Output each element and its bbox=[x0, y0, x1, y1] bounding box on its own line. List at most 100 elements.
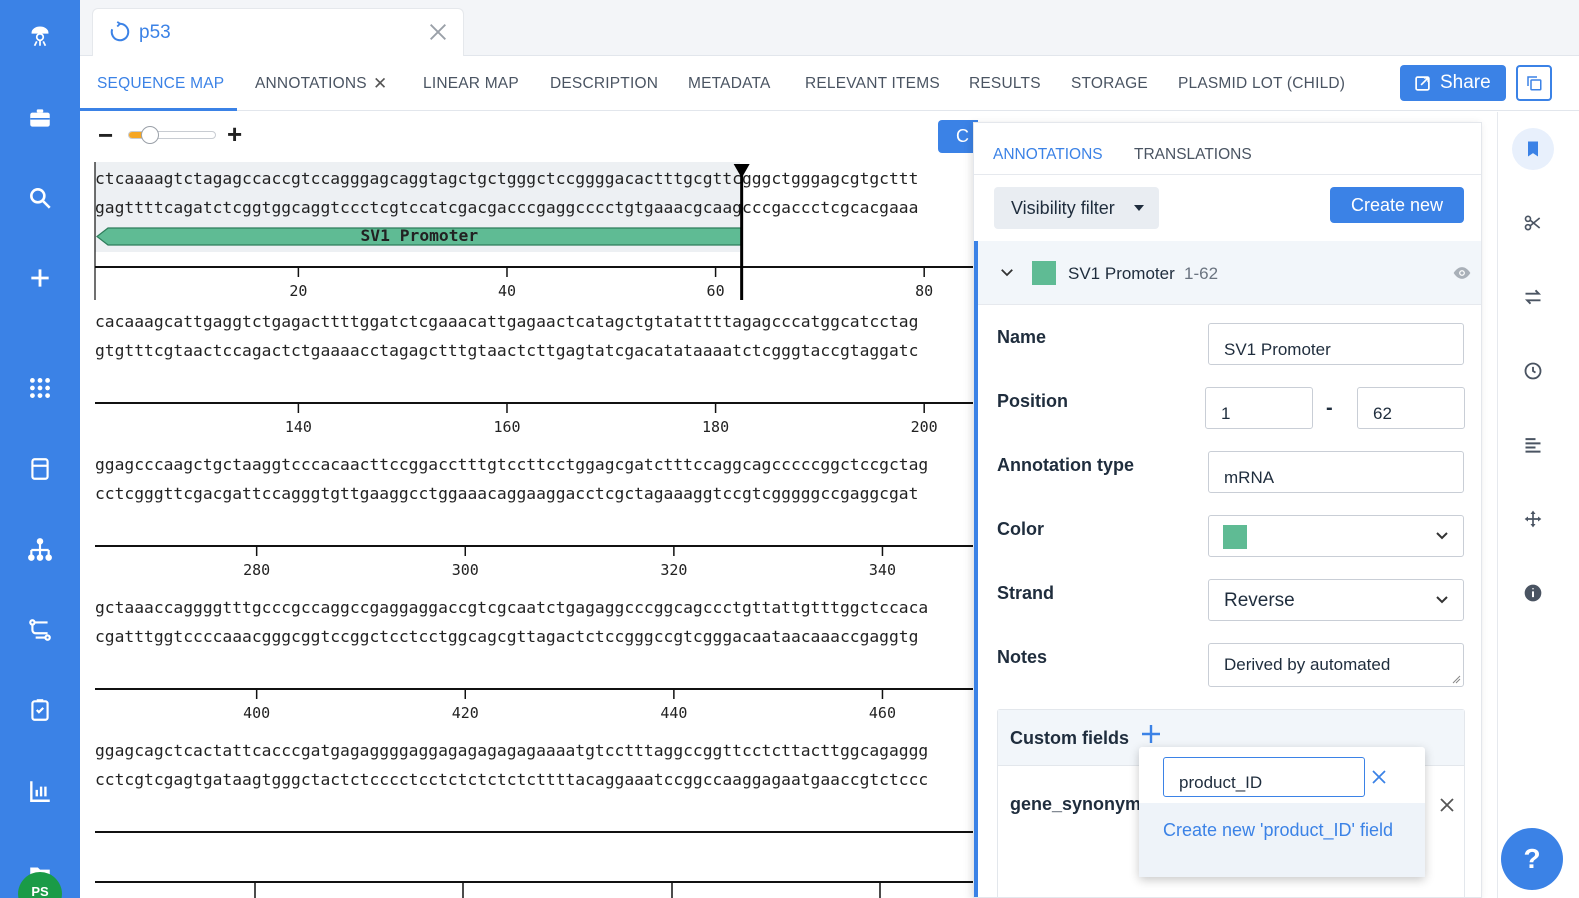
swap-icon[interactable] bbox=[1518, 282, 1548, 312]
chevron-down-icon[interactable] bbox=[998, 263, 1016, 281]
history-icon[interactable] bbox=[1518, 356, 1548, 386]
plus-icon[interactable] bbox=[24, 262, 56, 294]
briefcase-icon[interactable] bbox=[24, 102, 56, 134]
external-link-icon bbox=[1415, 75, 1430, 91]
sequence-bottom-strand: cctcgtcgagtgataagtgggctactctcccctcctctct… bbox=[95, 770, 928, 789]
resize-grip-icon[interactable] bbox=[1452, 675, 1461, 684]
custom-fields-title: Custom fields bbox=[1010, 728, 1130, 748]
annotation-type-input[interactable] bbox=[1208, 451, 1464, 493]
scissors-icon[interactable] bbox=[1518, 208, 1548, 238]
feature-label: SV1 Promoter bbox=[361, 226, 479, 245]
create-button-partial[interactable]: C bbox=[938, 120, 978, 153]
eye-icon[interactable] bbox=[1452, 263, 1472, 283]
ruler-tick-label: 40 bbox=[498, 282, 516, 300]
strand-select[interactable]: Reverse bbox=[1208, 579, 1464, 621]
clear-input-icon[interactable] bbox=[1371, 769, 1387, 785]
ruler-tick-label: 160 bbox=[493, 418, 520, 436]
document-tab[interactable]: p53 bbox=[92, 8, 464, 56]
ruler-tick-label: 280 bbox=[243, 561, 270, 579]
custom-field-name-input[interactable] bbox=[1163, 757, 1365, 797]
tab-description[interactable]: DESCRIPTION bbox=[550, 75, 658, 93]
ruler-tick-label: 300 bbox=[452, 561, 479, 579]
annotation-range: 1-62 bbox=[1184, 264, 1219, 283]
create-new-field-option[interactable]: Create new 'product_ID' field bbox=[1139, 803, 1425, 877]
hierarchy-icon[interactable] bbox=[24, 534, 56, 566]
clipboard-check-icon[interactable] bbox=[24, 694, 56, 726]
position-start-input[interactable] bbox=[1205, 387, 1313, 429]
ruler-tick-label: 420 bbox=[452, 704, 479, 722]
sequence-bottom-strand: cgatttggtccccaaacgggcggtccggctcctcctggca… bbox=[95, 627, 918, 646]
name-label: Name bbox=[997, 327, 1047, 347]
annotation-name: SV1 Promoter bbox=[1068, 264, 1175, 283]
sequence-bottom-strand: cctcgggttcgacgattccagggtgttgaaggcctggaaa… bbox=[95, 484, 918, 503]
active-tab-indicator bbox=[80, 108, 237, 111]
sequence-bottom-strand: gagttttcagatctcggtggcaggtccctcgtccatcgac… bbox=[95, 198, 918, 217]
chevron-down-icon bbox=[1436, 532, 1448, 540]
apps-grid-icon[interactable] bbox=[24, 372, 56, 404]
tab-storage[interactable]: STORAGE bbox=[1071, 75, 1148, 93]
bar-chart-icon[interactable] bbox=[24, 775, 56, 807]
move-icon[interactable] bbox=[1518, 504, 1548, 534]
share-button[interactable]: Share bbox=[1400, 65, 1506, 101]
ruler-tick-label: 140 bbox=[285, 418, 312, 436]
sequence-top-strand: gctaaaccaggggtttgcccgccaggccgaggaggaccgt… bbox=[95, 598, 928, 617]
add-custom-field-icon[interactable] bbox=[1139, 722, 1163, 746]
sequence-bottom-strand: gtgtttcgtaactccagactctgaaaacctagagctttgt… bbox=[95, 341, 918, 360]
annotation-header[interactable]: SV1 Promoter 1-62 bbox=[978, 241, 1481, 305]
tab-annotations[interactable]: ANNOTATIONS bbox=[255, 75, 367, 93]
ruler-tick-label: 80 bbox=[915, 282, 933, 300]
visibility-filter-dropdown[interactable]: Visibility filter bbox=[994, 187, 1159, 229]
annotation-type-label: Annotation type bbox=[997, 455, 1134, 475]
ruler-tick-label: 200 bbox=[911, 418, 938, 436]
close-tab-icon[interactable] bbox=[427, 21, 449, 43]
ruler-tick-label: 460 bbox=[869, 704, 896, 722]
position-end-input[interactable] bbox=[1357, 387, 1465, 429]
copy-icon bbox=[1527, 76, 1542, 91]
search-icon[interactable] bbox=[24, 182, 56, 214]
remove-custom-field-icon[interactable] bbox=[1438, 796, 1456, 814]
right-tool-rail bbox=[1497, 112, 1579, 898]
bookmark-icon[interactable] bbox=[1518, 134, 1548, 164]
close-annotations-tab-icon[interactable]: ✕ bbox=[373, 74, 387, 94]
color-swatch bbox=[1223, 525, 1247, 549]
logo-icon[interactable] bbox=[24, 20, 56, 52]
ruler-tick-label: 400 bbox=[243, 704, 270, 722]
strand-label: Strand bbox=[997, 583, 1055, 603]
zoom-in-button[interactable]: + bbox=[227, 121, 242, 147]
tab-plasmid-lot[interactable]: PLASMID LOT (CHILD) bbox=[1178, 75, 1345, 93]
zoom-out-button[interactable]: − bbox=[98, 122, 113, 148]
duplicate-button[interactable] bbox=[1516, 65, 1552, 101]
workflow-icon[interactable] bbox=[24, 614, 56, 646]
document-tab-bar: p53 bbox=[80, 0, 1579, 56]
info-icon[interactable] bbox=[1518, 578, 1548, 608]
left-navigation-rail: PS bbox=[0, 0, 80, 898]
ruler-tick-label: 60 bbox=[707, 282, 725, 300]
name-input[interactable] bbox=[1208, 323, 1464, 365]
caret-down-icon bbox=[1134, 205, 1144, 211]
tab-metadata[interactable]: METADATA bbox=[688, 75, 771, 93]
sequence-top-strand: cacaaagcattgaggtctgagacttttggatctcgaaaca… bbox=[95, 312, 918, 331]
tab-sequence-map[interactable]: SEQUENCE MAP bbox=[97, 75, 224, 93]
chevron-down-icon bbox=[1436, 596, 1448, 604]
tab-relevant-items[interactable]: RELEVANT ITEMS bbox=[805, 75, 940, 93]
sequence-map-canvas[interactable]: ctcaaaagtctagagccaccgtccagggagcaggtagctg… bbox=[80, 160, 980, 898]
position-separator: - bbox=[1326, 397, 1333, 419]
ruler-tick-label: 20 bbox=[289, 282, 307, 300]
layout-icon[interactable] bbox=[24, 453, 56, 485]
position-label: Position bbox=[997, 391, 1068, 411]
panel-tab-annotations[interactable]: ANNOTATIONS bbox=[993, 146, 1103, 164]
ruler-tick-label: 180 bbox=[702, 418, 729, 436]
help-button[interactable]: ? bbox=[1501, 828, 1563, 890]
notes-textarea[interactable]: Derived by automated bbox=[1208, 643, 1464, 687]
ruler-tick-label: 440 bbox=[660, 704, 687, 722]
color-select[interactable] bbox=[1208, 515, 1464, 557]
custom-field-name: gene_synonym bbox=[1010, 794, 1142, 814]
zoom-slider-handle[interactable] bbox=[141, 126, 159, 144]
align-left-icon[interactable] bbox=[1518, 430, 1548, 460]
tab-results[interactable]: RESULTS bbox=[969, 75, 1041, 93]
ruler-tick-label: 320 bbox=[660, 561, 687, 579]
sequence-top-strand: ctcaaaagtctagagccaccgtccagggagcaggtagctg… bbox=[95, 169, 918, 188]
panel-tab-translations[interactable]: TRANSLATIONS bbox=[1134, 146, 1252, 164]
create-new-annotation-button[interactable]: Create new bbox=[1330, 187, 1464, 223]
tab-linear-map[interactable]: LINEAR MAP bbox=[423, 75, 519, 93]
